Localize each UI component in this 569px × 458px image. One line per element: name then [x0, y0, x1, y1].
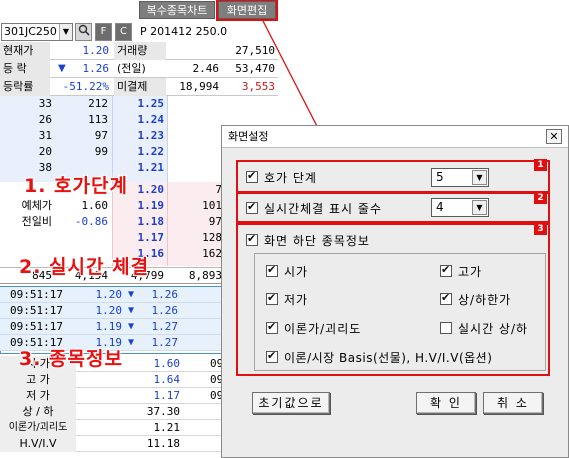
- ok-button[interactable]: 확 인: [416, 392, 476, 414]
- bottom-info-label: 화면 하단 종목정보: [264, 234, 370, 248]
- reset-button[interactable]: 초기값으로: [252, 392, 330, 414]
- close-icon[interactable]: ✕: [546, 129, 562, 144]
- hoga-step-select[interactable]: 5 ▼: [431, 168, 489, 187]
- cancel-button[interactable]: 취 소: [483, 392, 543, 414]
- opt-basis-checkbox[interactable]: [266, 349, 278, 363]
- opt-high-label: 고가: [458, 265, 483, 279]
- realtime-rows-checkbox[interactable]: [246, 200, 258, 214]
- hoga-step-checkbox[interactable]: [246, 169, 258, 183]
- bottom-info-checkbox[interactable]: [246, 232, 258, 246]
- opt-open-checkbox[interactable]: [266, 263, 278, 277]
- screen-settings-dialog: 화면설정 ✕ 1 호가 단계 5 ▼ 2 실시간체결 표시 줄수 4 ▼ 3 화…: [221, 125, 569, 458]
- hoga-step-value: 5: [436, 170, 444, 184]
- opt-high-checkbox[interactable]: [440, 263, 452, 277]
- dialog-title: 화면설정: [222, 126, 568, 148]
- badge-2: 2: [534, 192, 547, 204]
- chevron-down-icon[interactable]: ▼: [472, 170, 487, 185]
- opt-low-label: 저가: [284, 293, 309, 307]
- opt-updown-label: 상/하한가: [458, 293, 512, 307]
- opt-rt-updown-label: 실시간 상/하: [458, 322, 529, 336]
- opt-theory-checkbox[interactable]: [266, 320, 278, 334]
- hoga-step-label: 호가 단계: [264, 171, 317, 185]
- opt-theory-label: 이론가/괴리도: [284, 322, 362, 336]
- realtime-rows-value: 4: [436, 200, 444, 214]
- badge-3: 3: [534, 223, 547, 235]
- opt-open-label: 시가: [284, 265, 309, 279]
- opt-low-checkbox[interactable]: [266, 291, 278, 305]
- badge-1: 1: [534, 159, 547, 171]
- opt-rt-updown-checkbox[interactable]: [440, 322, 452, 334]
- chevron-down-icon[interactable]: ▼: [472, 200, 487, 215]
- realtime-rows-label: 실시간체결 표시 줄수: [264, 202, 382, 216]
- opt-basis-label: 이론/시장 Basis(선물), H.V/I.V(옵션): [284, 351, 493, 365]
- realtime-rows-select[interactable]: 4 ▼: [431, 198, 489, 217]
- opt-updown-checkbox[interactable]: [440, 291, 452, 305]
